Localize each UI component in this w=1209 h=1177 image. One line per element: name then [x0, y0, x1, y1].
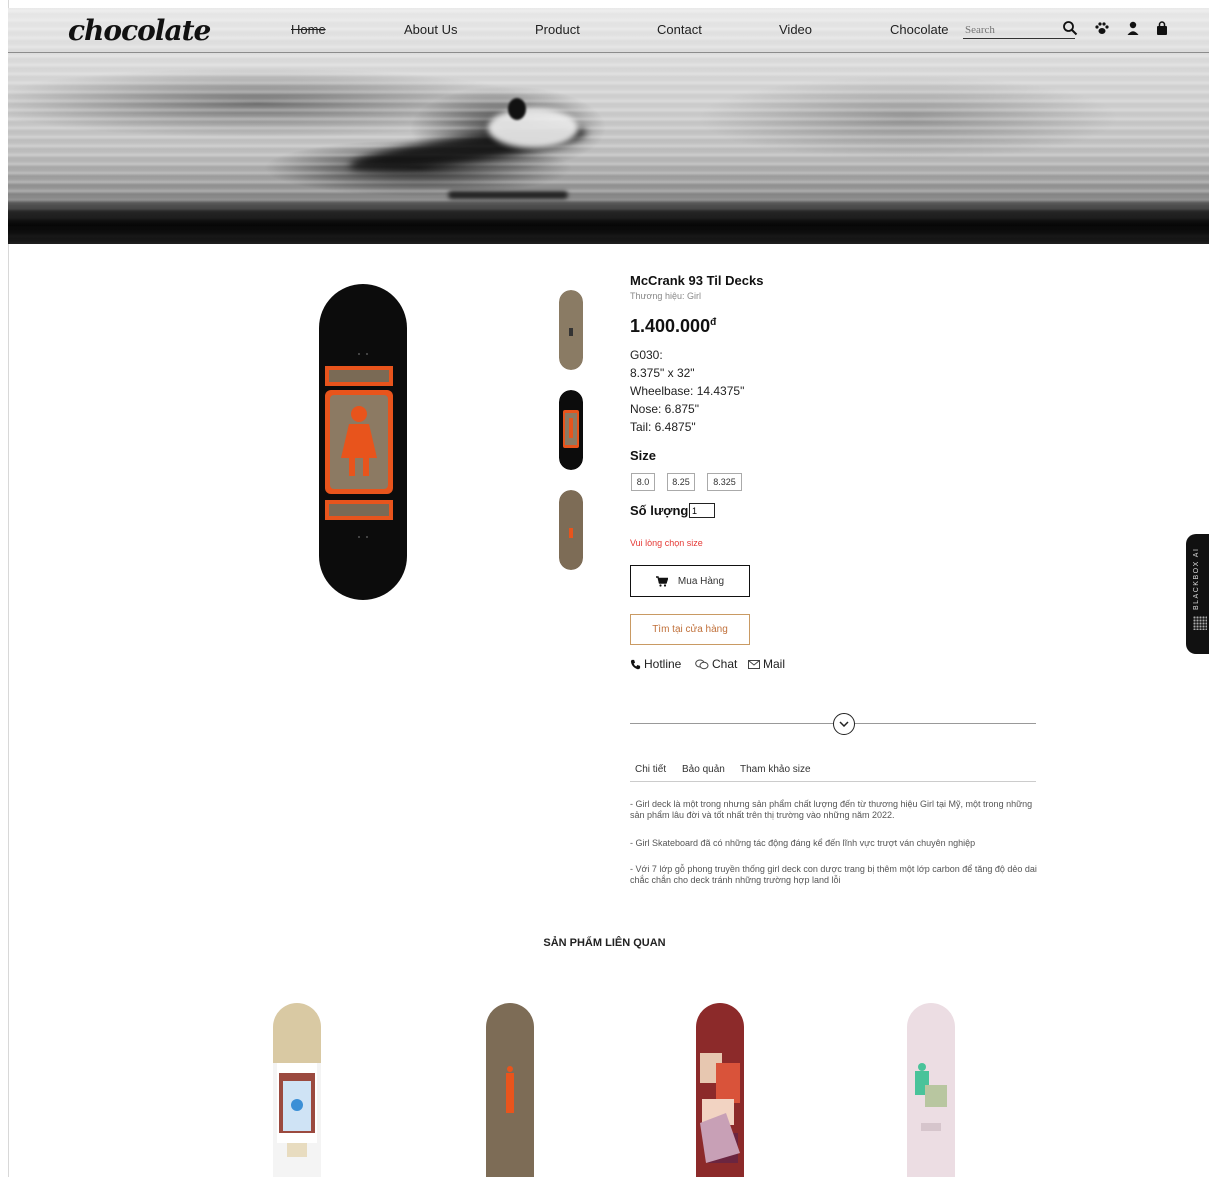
cart-icon — [655, 575, 668, 587]
size-option-8-325[interactable]: 8.325 — [707, 473, 742, 491]
paw-icon[interactable] — [1094, 20, 1110, 36]
buy-button-label: Mua Hàng — [677, 575, 725, 587]
tab-size-guide[interactable]: Tham khảo size — [740, 764, 811, 775]
related-products-title: SẢN PHẨM LIÊN QUAN — [543, 937, 666, 949]
blackbox-logo-icon — [1193, 616, 1207, 630]
size-option-8-0[interactable]: 8.0 — [631, 473, 655, 491]
quantity-input[interactable] — [689, 503, 715, 518]
product-title: McCrank 93 Til Decks — [630, 273, 764, 288]
nav-product[interactable]: Product — [535, 22, 580, 37]
user-icon[interactable] — [1125, 20, 1141, 36]
related-product-3[interactable] — [696, 1003, 744, 1177]
related-product-2[interactable] — [486, 1003, 534, 1177]
description-paragraph: - Girl deck là một trong nhưng sản phẩm … — [630, 799, 1033, 820]
tabs-underline — [630, 781, 1036, 782]
related-product-4[interactable] — [907, 1003, 955, 1177]
search-icon[interactable] — [1062, 20, 1078, 36]
size-option-8-25[interactable]: 8.25 — [667, 473, 695, 491]
chevron-down-icon — [839, 721, 849, 727]
logo[interactable]: chocolate — [68, 14, 211, 47]
chat-link[interactable]: Chat — [695, 657, 737, 671]
expand-button[interactable] — [833, 713, 855, 735]
search-input[interactable] — [963, 22, 1075, 39]
nav-video[interactable]: Video — [779, 22, 812, 37]
phone-icon — [630, 659, 641, 669]
hotline-link[interactable]: Hotline — [630, 657, 681, 671]
spec-line: Nose: 6.875" — [630, 402, 699, 416]
buy-button[interactable]: Mua Hàng — [630, 565, 750, 597]
product-main-image — [319, 284, 407, 600]
spec-line: Tail: 6.4875" — [630, 420, 696, 434]
product-price: 1.400.000đ — [630, 316, 717, 336]
find-in-store-label: Tìm tại cửa hàng — [652, 624, 728, 635]
related-product-1[interactable] — [273, 1003, 321, 1177]
thumbnail-1[interactable] — [559, 290, 583, 370]
nav-about-us[interactable]: About Us — [404, 22, 457, 37]
bag-icon[interactable] — [1154, 20, 1170, 36]
tab-details[interactable]: Chi tiết — [635, 764, 666, 775]
price-currency: đ — [710, 317, 717, 328]
product-brand: Thương hiệu: Girl — [630, 291, 701, 301]
spec-line: Wheelbase: 14.4375" — [630, 384, 745, 398]
find-in-store-button[interactable]: Tìm tại cửa hàng — [630, 614, 750, 645]
thumbnail-2[interactable] — [559, 390, 583, 470]
description-paragraph: - Với 7 lớp gỗ phong truyền thống girl d… — [630, 864, 1037, 885]
tab-care[interactable]: Bảo quản — [682, 764, 725, 775]
mail-icon — [748, 659, 760, 669]
quantity-label: Số lượng: — [630, 503, 693, 518]
blackbox-widget-label: BLACKBOX AI — [1193, 547, 1200, 610]
size-warning: Vui lòng chọn size — [630, 538, 703, 548]
nav-home[interactable]: Home — [291, 22, 326, 37]
nav-contact[interactable]: Contact — [657, 22, 702, 37]
description-paragraph: - Girl Skateboard đã có những tác động đ… — [630, 838, 976, 848]
spec-line: 8.375" x 32" — [630, 366, 695, 380]
chat-icon — [695, 659, 709, 669]
nav-chocolate[interactable]: Chocolate — [890, 22, 949, 37]
size-label: Size — [630, 448, 657, 463]
mail-link[interactable]: Mail — [748, 657, 785, 671]
spec-line: G030: — [630, 348, 663, 362]
thumbnail-3[interactable] — [559, 490, 583, 570]
